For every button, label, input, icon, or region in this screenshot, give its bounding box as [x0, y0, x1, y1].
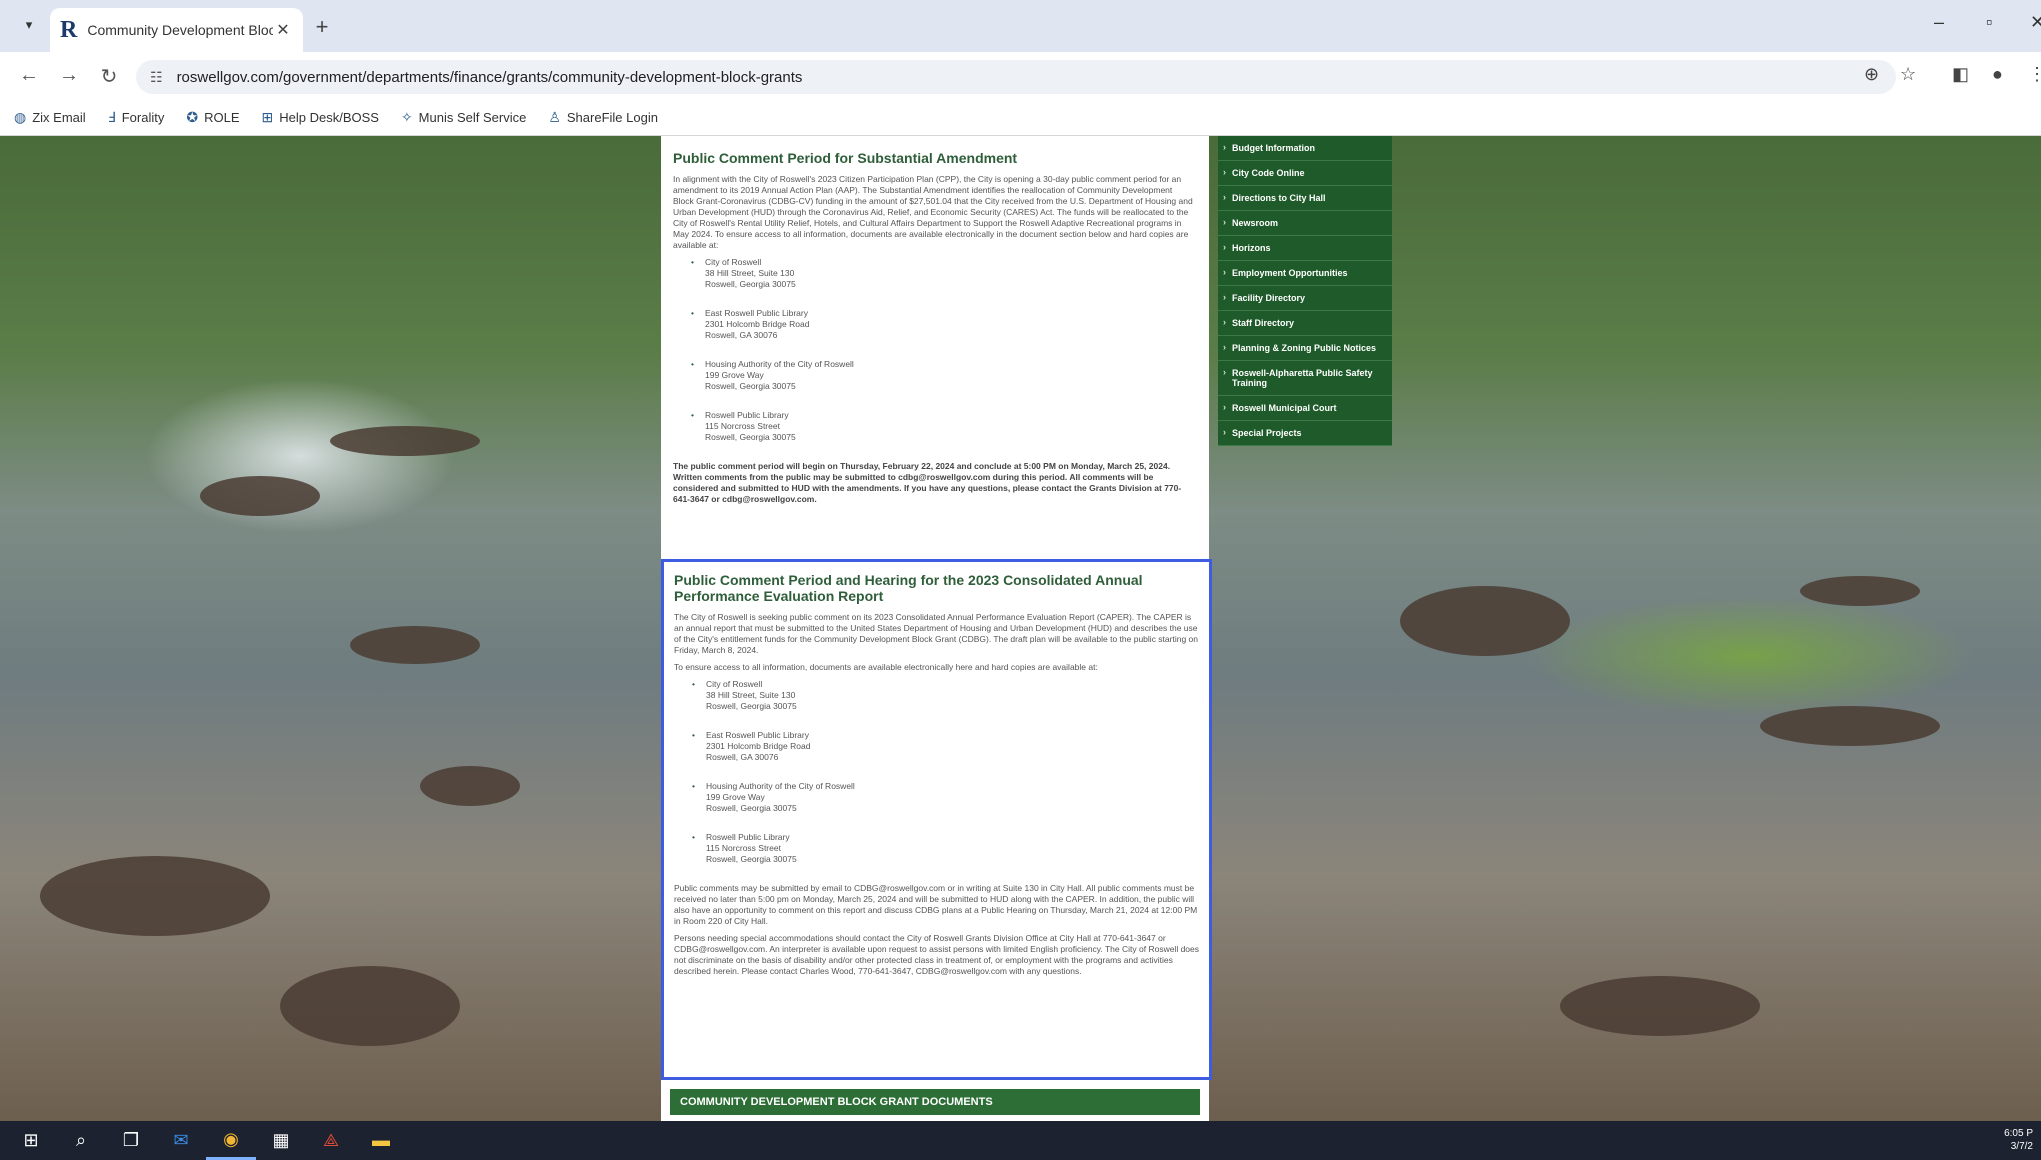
browser-tab-bar: ▾ R Community Development Bloc ✕ + – ▫ ✕: [0, 0, 2041, 52]
windows-icon[interactable]: ⊞: [6, 1130, 56, 1151]
list-item: City of Roswell38 Hill Street, Suite 130…: [692, 679, 1199, 712]
bookmarks-bar: ◍ Zix Email Ⅎ Forality ✪ ROLE ⊞ Help Desk/BO…: [0, 100, 2041, 136]
bookmark-munis[interactable]: ✧ Munis Self Service: [401, 109, 526, 126]
side-menu-item[interactable]: Employment Opportunities: [1218, 261, 1392, 286]
help-icon: ⊞: [261, 109, 274, 125]
list-item: East Roswell Public Library2301 Holcomb …: [691, 308, 1195, 341]
side-menu-item[interactable]: Roswell Municipal Court: [1218, 396, 1392, 421]
list-item: City of Roswell38 Hill Street, Suite 130…: [691, 257, 1195, 290]
side-menu-item[interactable]: Special Projects: [1218, 421, 1392, 446]
system-clock[interactable]: 6:05 P 3/7/2: [2004, 1127, 2033, 1153]
tab-search-button[interactable]: ▾: [18, 14, 40, 36]
site-info-icon[interactable]: ☷: [150, 69, 163, 86]
section2-access: To ensure access to all information, doc…: [674, 662, 1098, 672]
section-title-caper: Public Comment Period and Hearing for th…: [674, 572, 1143, 604]
side-menu-item[interactable]: Planning & Zoning Public Notices: [1218, 336, 1392, 361]
side-menu-item[interactable]: Horizons: [1218, 236, 1392, 261]
acrobat-icon[interactable]: ⟁: [306, 1130, 356, 1151]
globe-icon: ◍: [14, 109, 27, 125]
list-item: Roswell Public Library115 Norcross Stree…: [692, 832, 1199, 865]
side-navigation-menu: Budget Information City Code Online Dire…: [1218, 136, 1392, 446]
forward-button[interactable]: →: [56, 64, 82, 87]
task-view-icon[interactable]: ❐: [106, 1130, 156, 1151]
windows-taskbar: ⊞ ⌕ ❐ ✉ ◉ ▦ ⟁ ▬ 6:05 P 3/7/2: [0, 1121, 2041, 1160]
minimize-icon[interactable]: –: [1934, 12, 1944, 33]
new-tab-button[interactable]: +: [310, 14, 334, 40]
tab-title: Community Development Bloc: [87, 22, 273, 38]
f-icon: Ⅎ: [107, 109, 116, 125]
calculator-icon[interactable]: ▦: [256, 1130, 306, 1151]
close-window-icon[interactable]: ✕: [2030, 12, 2041, 33]
address-bar[interactable]: ☷ roswellgov.com/government/departments/…: [136, 60, 1896, 94]
side-menu-item[interactable]: Staff Directory: [1218, 311, 1392, 336]
bookmark-star-icon[interactable]: ☆: [1900, 64, 1916, 85]
browser-toolbar: ← → ↻ ☷ roswellgov.com/government/depart…: [0, 52, 2041, 100]
list-item: Housing Authority of the City of Roswell…: [692, 781, 1199, 814]
side-menu-item[interactable]: Roswell-Alpharetta Public Safety Trainin…: [1218, 361, 1392, 396]
section2-intro: The City of Roswell is seeking public co…: [674, 612, 1198, 655]
reload-button[interactable]: ↻: [96, 64, 122, 89]
list-item: Housing Authority of the City of Roswell…: [691, 359, 1195, 392]
side-menu-item[interactable]: Newsroom: [1218, 211, 1392, 236]
section2-comments: Public comments may be submitted by emai…: [674, 883, 1198, 926]
close-tab-icon[interactable]: ✕: [273, 20, 293, 40]
section-title-substantial-amendment: Public Comment Period for Substantial Am…: [673, 150, 1018, 166]
site-favicon-icon: R: [60, 16, 78, 43]
bookmark-zix-email[interactable]: ◍ Zix Email: [14, 109, 86, 126]
bookmark-sharefile[interactable]: ♙ ShareFile Login: [548, 109, 658, 126]
file-explorer-icon[interactable]: ▬: [356, 1130, 406, 1151]
section2-address-list: City of Roswell38 Hill Street, Suite 130…: [692, 679, 1199, 865]
side-menu-item[interactable]: City Code Online: [1218, 161, 1392, 186]
browser-tab-active[interactable]: R Community Development Bloc ✕: [50, 8, 303, 52]
cdbg-documents-accordion[interactable]: COMMUNITY DEVELOPMENT BLOCK GRANT DOCUME…: [670, 1089, 1200, 1115]
side-menu-item[interactable]: Facility Directory: [1218, 286, 1392, 311]
list-item: Roswell Public Library115 Norcross Stree…: [691, 410, 1195, 443]
munis-icon: ✧: [400, 109, 413, 125]
back-button[interactable]: ←: [16, 64, 42, 87]
side-panel-icon[interactable]: ◧: [1952, 64, 1969, 85]
section2-accommodations: Persons needing special accommodations s…: [674, 933, 1199, 976]
restore-icon[interactable]: ▫: [1986, 12, 1992, 33]
profile-icon[interactable]: ●: [1992, 64, 2003, 85]
bookmark-help-desk[interactable]: ⊞ Help Desk/BOSS: [262, 109, 379, 126]
side-menu-item[interactable]: Budget Information: [1218, 136, 1392, 161]
sharefile-icon: ♙: [548, 109, 561, 125]
section1-closing: The public comment period will begin on …: [673, 461, 1182, 504]
section1-intro: In alignment with the City of Roswell's …: [673, 174, 1193, 250]
bookmark-role[interactable]: ✪ ROLE: [186, 109, 239, 126]
side-menu-item[interactable]: Directions to City Hall: [1218, 186, 1392, 211]
seal-icon: ✪: [186, 109, 199, 125]
bookmark-forality[interactable]: Ⅎ Forality: [108, 109, 165, 126]
list-item: East Roswell Public Library2301 Holcomb …: [692, 730, 1199, 763]
chrome-icon[interactable]: ◉: [206, 1121, 256, 1160]
caper-section-highlighted: Public Comment Period and Hearing for th…: [661, 559, 1212, 1080]
search-icon[interactable]: ⌕: [56, 1130, 106, 1151]
menu-icon[interactable]: ⋮: [2028, 64, 2041, 85]
section1-address-list: City of Roswell38 Hill Street, Suite 130…: [691, 257, 1195, 443]
clock-date: 3/7/2: [2010, 1141, 2033, 1152]
clock-time: 6:05 P: [2004, 1128, 2033, 1139]
url-text: roswellgov.com/government/departments/fi…: [176, 68, 803, 86]
outlook-icon[interactable]: ✉: [156, 1130, 206, 1151]
zoom-icon[interactable]: ⊕: [1864, 64, 1879, 85]
